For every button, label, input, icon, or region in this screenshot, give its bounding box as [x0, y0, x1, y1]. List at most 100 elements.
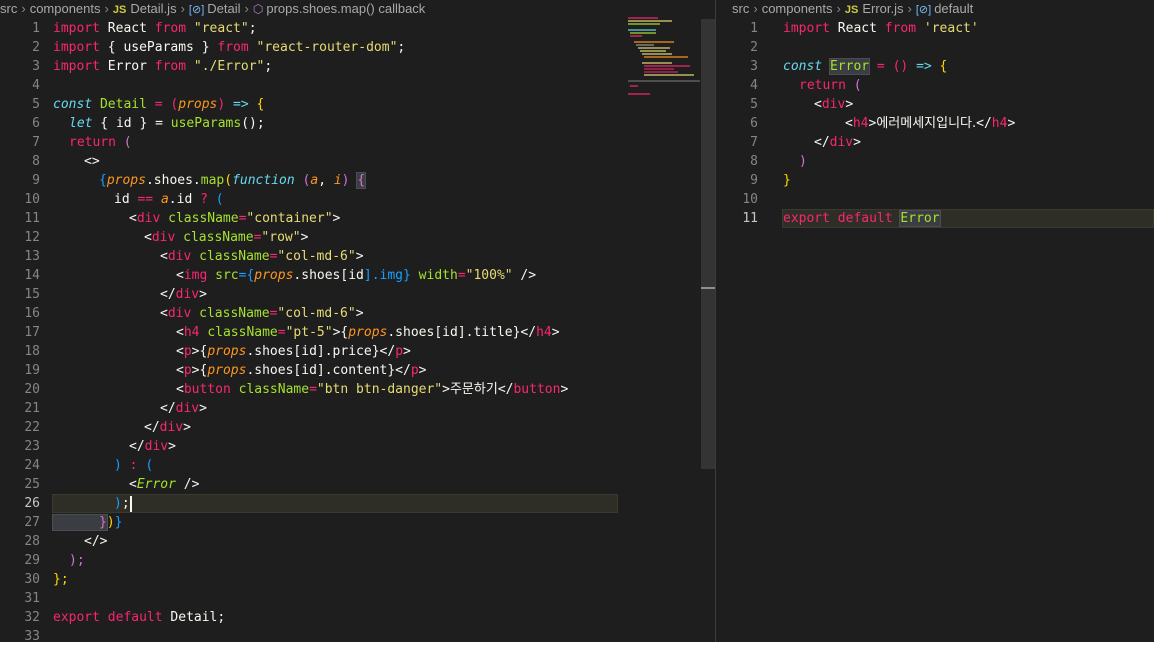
- token: a: [160, 192, 169, 207]
- code-line-current: export default Error: [782, 209, 1154, 228]
- token: div: [144, 439, 169, 454]
- token: i: [333, 173, 342, 188]
- token: :: [121, 458, 146, 473]
- token: h4: [852, 116, 869, 131]
- line-number: 16: [24, 306, 40, 321]
- chevron-right-icon: ›: [836, 1, 841, 16]
- code-text-area[interactable]: import React from 'react' const Error = …: [782, 19, 1154, 228]
- token: const: [783, 59, 823, 74]
- breadcrumb-src[interactable]: src: [0, 0, 17, 17]
- token: >: [199, 401, 207, 416]
- breadcrumb-symbol-detail[interactable]: [⊘] Detail: [189, 0, 241, 19]
- token: >{: [332, 325, 349, 340]
- line-number-gutter[interactable]: 1 2 3 4 5 6 7 8 9 10 11 12 13 14 15 16 1…: [0, 19, 40, 642]
- token: from: [217, 40, 249, 55]
- line-number-active: 26: [24, 496, 40, 511]
- code-line: <div className="container">: [53, 209, 715, 228]
- token: .shoes[: [246, 344, 302, 359]
- line-number: 29: [24, 553, 40, 568]
- code-text-area[interactable]: import React from "react"; import { useP…: [52, 19, 715, 642]
- line-number: 4: [32, 78, 40, 93]
- token: >{: [191, 344, 208, 359]
- line-number: 6: [750, 116, 758, 131]
- token: ;: [264, 59, 273, 74]
- code-line: }: [783, 171, 1154, 190]
- token: />: [512, 268, 537, 283]
- token: className: [168, 211, 239, 226]
- token: export: [53, 610, 100, 625]
- line-number: 7: [750, 135, 758, 150]
- token: ].img}: [363, 268, 411, 283]
- editor-pane-error[interactable]: src › components › JS Error.js › [⊘] default 1 2…: [716, 0, 1154, 642]
- token: 에러메세지입니다.: [876, 116, 977, 131]
- token: className: [238, 382, 310, 397]
- code-line: import Error from "./Error";: [53, 57, 715, 76]
- breadcrumb-symbol-callback[interactable]: ⬡ props.shoes.map() callback: [253, 0, 425, 18]
- token: default: [837, 211, 893, 226]
- token: div: [167, 249, 192, 264]
- token: import: [53, 21, 100, 36]
- breadcrumb-components[interactable]: components: [762, 0, 833, 17]
- breadcrumb-file[interactable]: JS Detail.js: [113, 0, 177, 19]
- line-number: 28: [24, 534, 40, 549]
- line-number: 12: [24, 230, 40, 245]
- line-number: 19: [24, 363, 40, 378]
- token: >: [442, 382, 450, 397]
- token: </: [497, 382, 514, 397]
- line-number: 2: [32, 40, 40, 55]
- token: default: [107, 610, 163, 625]
- token: (: [845, 78, 862, 93]
- line-number: 23: [24, 439, 40, 454]
- line-number: 22: [24, 420, 40, 435]
- token: <: [160, 249, 168, 264]
- code-line: import React from 'react': [783, 19, 1154, 38]
- token: <: [176, 325, 184, 340]
- token: <: [176, 268, 184, 283]
- token: = (): [869, 59, 917, 74]
- line-number: 30: [24, 572, 40, 587]
- minimap-line: [644, 71, 678, 73]
- code-line: </div>: [53, 437, 715, 456]
- breadcrumb-src[interactable]: src: [732, 0, 749, 17]
- token: {: [99, 173, 107, 188]
- breadcrumb: src › components › JS Error.js › [⊘] default: [732, 0, 1154, 18]
- token: "react-router-dom": [256, 40, 398, 55]
- minimap-line: [630, 32, 656, 34]
- token: =>: [916, 59, 932, 74]
- chevron-right-icon: ›: [907, 1, 912, 16]
- token: </: [160, 287, 176, 302]
- token: id: [301, 363, 317, 378]
- token: import: [53, 40, 100, 55]
- token: </>: [84, 534, 108, 549]
- chevron-right-icon: ›: [244, 1, 249, 16]
- token: p: [183, 363, 192, 378]
- token: className: [199, 306, 270, 321]
- token: "pt-5": [285, 325, 333, 340]
- editor-pane-detail[interactable]: src › components › JS Detail.js › [⊘] Detail › ⬡ pr…: [0, 0, 715, 642]
- token: ;: [397, 40, 406, 55]
- token: };: [53, 572, 69, 587]
- minimap[interactable]: [622, 15, 700, 95]
- line-number: 6: [32, 116, 40, 131]
- code-line: let { id } = useParams();: [53, 114, 715, 133]
- token: p: [183, 344, 192, 359]
- token: props: [106, 173, 146, 188]
- line-number-gutter[interactable]: 1 2 3 4 5 6 7 8 9 10 11: [718, 19, 758, 228]
- token: >: [199, 287, 207, 302]
- breadcrumb-components[interactable]: components: [30, 0, 101, 17]
- token: div: [167, 306, 192, 321]
- line-number: 11: [24, 211, 40, 226]
- minimap-line: [644, 74, 694, 76]
- line-number: 1: [750, 21, 758, 36]
- token: from: [154, 21, 187, 36]
- token: Error: [899, 210, 941, 227]
- minimap-line: [642, 62, 672, 64]
- breadcrumb-symbol-default[interactable]: [⊘] default: [916, 0, 973, 19]
- breadcrumb-file[interactable]: JS Error.js: [845, 0, 904, 19]
- token: ].title}</: [457, 325, 537, 340]
- token: =: [309, 382, 317, 397]
- vertical-scrollbar-thumb[interactable]: [701, 19, 715, 469]
- token: .shoes[: [293, 268, 349, 283]
- token: props: [348, 325, 388, 340]
